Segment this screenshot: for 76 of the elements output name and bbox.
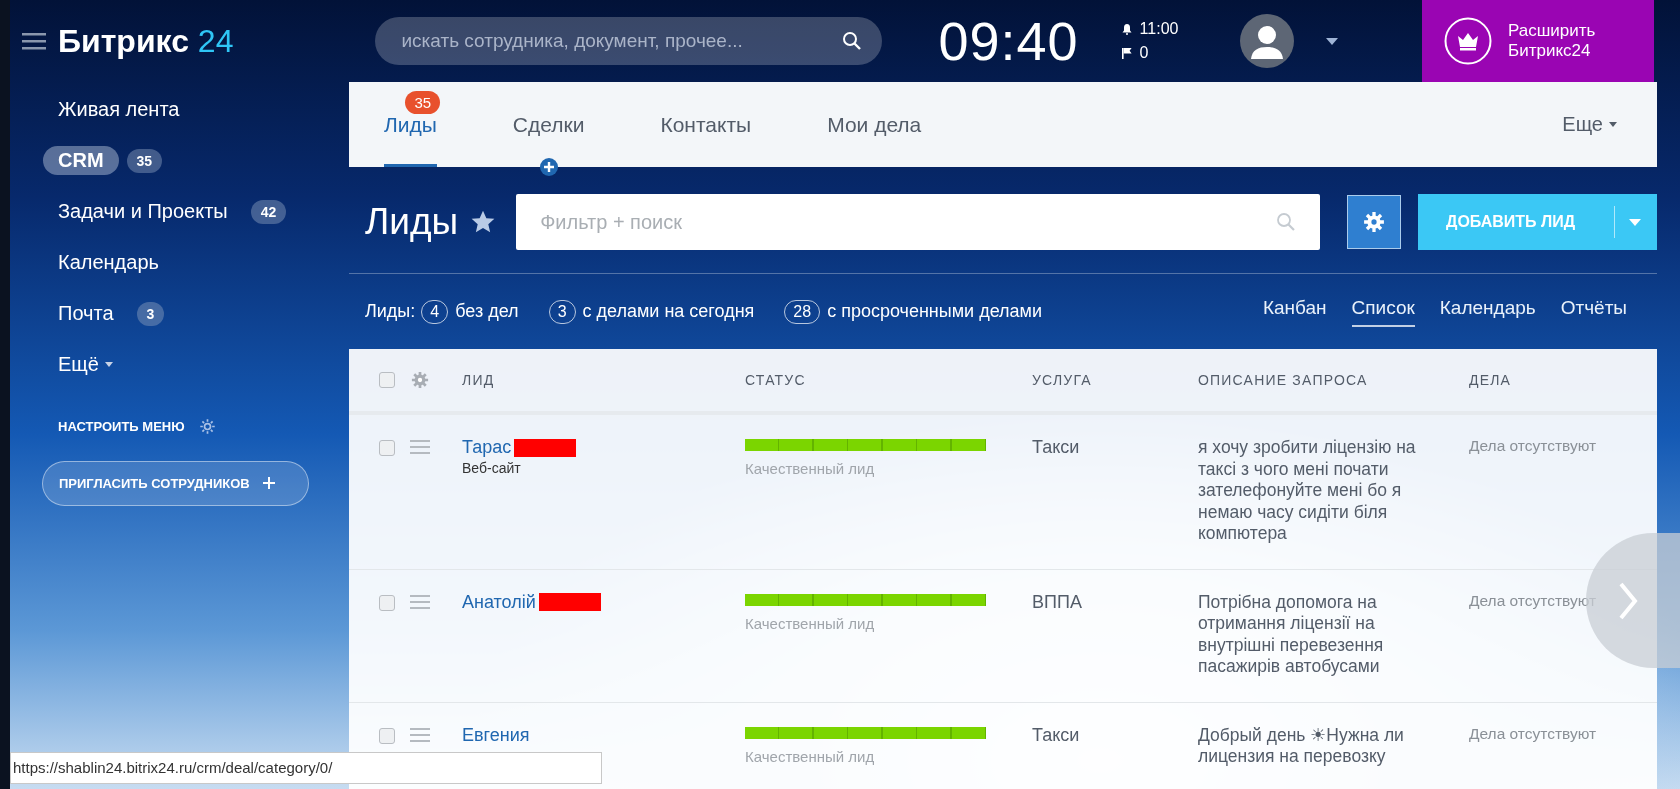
crown-icon xyxy=(1444,17,1492,65)
lead-source: Веб-сайт xyxy=(462,460,522,476)
link-url-tooltip: https://shablin24.bitrix24.ru/crm/deal/category/0/ xyxy=(10,752,602,784)
activities-cell-text: Дела отсутствуют xyxy=(1469,437,1598,455)
upgrade-button[interactable]: Расширить Битрикс24 xyxy=(1422,0,1654,82)
avatar-icon[interactable] xyxy=(1240,14,1295,68)
caret-icon[interactable] xyxy=(1326,37,1339,45)
column-header[interactable]: ОПИСАНИЕ ЗАПРОСА xyxy=(1198,372,1469,388)
clock-time: 09:40 xyxy=(938,10,1079,72)
invite-button[interactable]: ПРИГЛАСИТЬ СОТРУДНИКОВ xyxy=(42,461,309,506)
checkbox[interactable] xyxy=(379,727,395,744)
counter-link[interactable]: с просроченными делами xyxy=(827,301,1043,322)
sidebar-item[interactable]: Календарь xyxy=(43,248,174,277)
column-header[interactable]: УСЛУГА xyxy=(1032,372,1198,388)
counter-link[interactable]: без дел xyxy=(455,301,519,322)
sidebar-item[interactable]: Живая лента xyxy=(43,95,195,124)
view-tab[interactable]: Список xyxy=(1351,296,1415,327)
alarm-time: 11:00 xyxy=(1139,20,1179,38)
request-description: Добрый день ☀Нужна ли лицензия на перевозку xyxy=(1198,724,1405,768)
drag-handle-icon[interactable] xyxy=(410,727,430,742)
caret-icon xyxy=(104,362,113,367)
checkbox[interactable] xyxy=(379,372,395,388)
sidebar-item[interactable]: Задачи и Проекты xyxy=(43,197,243,226)
counter-link[interactable]: с делами на сегодня xyxy=(582,301,755,322)
counter-badge: 35 xyxy=(405,91,441,114)
configure-menu-link[interactable]: НАСТРОИТЬ МЕНЮ xyxy=(58,419,185,434)
filter-search-field[interactable]: Фильтр + поиск xyxy=(516,194,1320,250)
settings-icon xyxy=(1363,211,1385,233)
service-cell-text: Такси xyxy=(1032,437,1081,458)
page-title: Лиды xyxy=(365,201,459,243)
lead-name-link[interactable]: Тарас xyxy=(462,437,512,458)
settings-icon[interactable] xyxy=(411,371,429,389)
activities-cell-text: Дела отсутствуют xyxy=(1469,724,1598,743)
status-label: Качественный лид xyxy=(745,460,876,477)
logo[interactable]: Битрикс 24 xyxy=(58,22,234,60)
checkbox[interactable] xyxy=(379,440,395,456)
flag-count: 0 xyxy=(1139,44,1149,62)
sidebar-item[interactable]: CRM xyxy=(43,146,119,175)
chevron-right-icon xyxy=(1618,580,1638,621)
counters-label: Лиды: xyxy=(365,301,416,322)
view-tab[interactable]: Канбан xyxy=(1262,296,1327,327)
column-header[interactable]: ДЕЛА xyxy=(1469,372,1657,388)
plus-icon xyxy=(263,477,276,489)
bell-icon[interactable] xyxy=(1120,23,1133,35)
service-cell-text: ВППА xyxy=(1032,591,1083,613)
tab[interactable]: Мои дела xyxy=(827,82,922,167)
counter-badge: 42 xyxy=(250,199,287,224)
add-icon[interactable] xyxy=(539,158,558,176)
menu-icon[interactable] xyxy=(22,32,46,50)
lead-name-link[interactable]: Евгения xyxy=(462,724,530,746)
counter-badge: 3 xyxy=(136,301,165,326)
view-tab[interactable]: Календарь xyxy=(1439,296,1536,327)
more-tab[interactable]: Еще xyxy=(1562,113,1617,136)
request-description: я хочу зробити ліцензію на таксі з чого мені почати зателефонуйте мені бо я немаю часу сидіти біля компютера xyxy=(1198,437,1417,545)
settings-button[interactable] xyxy=(1347,195,1401,249)
caret-icon xyxy=(1609,122,1617,127)
lead-name-link[interactable]: Анатолій xyxy=(462,591,536,613)
drag-handle-icon[interactable] xyxy=(410,594,430,609)
status-label: Качественный лид xyxy=(745,614,876,632)
sidebar-item[interactable]: Ещё xyxy=(43,350,128,379)
tab[interactable]: Сделки xyxy=(512,82,585,167)
column-header[interactable]: ЛИД xyxy=(445,372,745,388)
request-description: Потрібна допомога на отримання ліцензії на внутрішні перевезення пасажирів автобусами xyxy=(1198,591,1385,678)
checkbox[interactable] xyxy=(379,594,395,611)
counter-badge: 35 xyxy=(126,148,163,173)
flag-icon[interactable] xyxy=(1120,47,1133,59)
search-icon[interactable] xyxy=(842,31,863,51)
service-cell-text: Такси xyxy=(1032,724,1081,746)
drag-handle-icon[interactable] xyxy=(410,440,430,454)
star-icon[interactable] xyxy=(470,209,497,235)
column-header[interactable]: СТАТУС xyxy=(745,372,1032,388)
view-tab[interactable]: Отчёты xyxy=(1560,296,1627,327)
status-label: Качественный лид xyxy=(745,747,876,765)
sidebar-item[interactable]: Почта xyxy=(43,299,129,328)
tab[interactable]: Контакты xyxy=(660,82,752,167)
settings-icon[interactable] xyxy=(198,418,216,435)
